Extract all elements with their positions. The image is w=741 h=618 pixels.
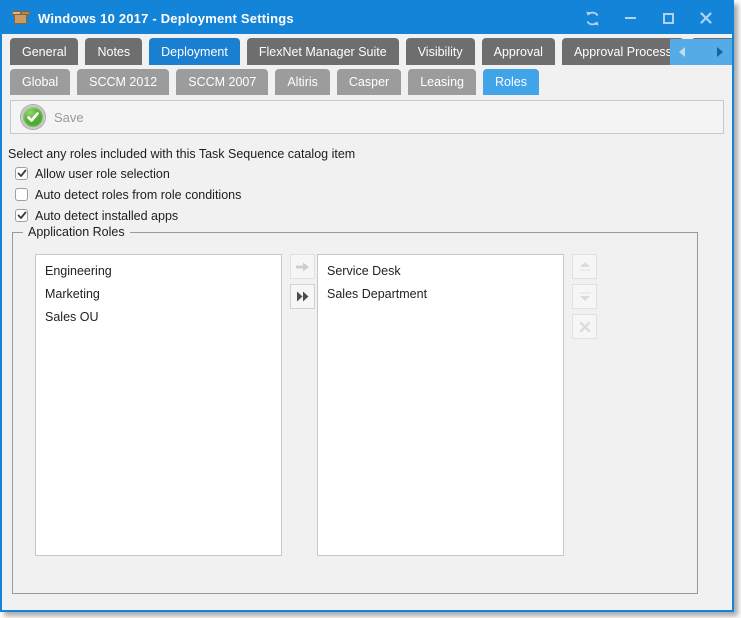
tab-sccm-2007[interactable]: SCCM 2007: [176, 69, 268, 95]
selected-roles-list[interactable]: Service Desk Sales Department: [317, 254, 564, 556]
list-item[interactable]: Marketing: [36, 283, 281, 306]
save-button[interactable]: Save: [21, 105, 84, 129]
tab-notes[interactable]: Notes: [85, 38, 142, 65]
checkbox-auto-detect-installed-apps[interactable]: Auto detect installed apps: [15, 207, 732, 224]
move-down-icon[interactable]: [572, 284, 597, 309]
maximize-icon[interactable]: [660, 10, 676, 26]
scroll-tabs-right-icon[interactable]: [717, 47, 723, 57]
close-icon[interactable]: [698, 10, 714, 26]
tab-approval[interactable]: Approval: [482, 38, 555, 65]
tab-casper[interactable]: Casper: [337, 69, 401, 95]
move-up-icon[interactable]: [572, 254, 597, 279]
checkbox-label: Auto detect installed apps: [35, 209, 178, 223]
window-controls: [584, 10, 722, 26]
list-item[interactable]: Engineering: [36, 260, 281, 283]
checkbox-label: Auto detect roles from role conditions: [35, 188, 241, 202]
checkbox-allow-user-role-selection[interactable]: Allow user role selection: [15, 165, 732, 182]
tab-deployment[interactable]: Deployment: [149, 38, 240, 65]
list-item[interactable]: Sales OU: [36, 306, 281, 329]
window-title: Windows 10 2017 - Deployment Settings: [38, 11, 294, 26]
checkbox-icon: [15, 209, 28, 222]
tab-approval-process[interactable]: Approval Process: [562, 38, 684, 65]
checkbox-auto-detect-roles[interactable]: Auto detect roles from role conditions: [15, 186, 732, 203]
checkbox-icon: [15, 167, 28, 180]
screen: Windows 10 2017 - Deployment Settings: [0, 0, 741, 618]
checkbox-label: Allow user role selection: [35, 167, 170, 181]
move-all-right-icon[interactable]: [290, 284, 315, 309]
tab-general[interactable]: General: [10, 38, 78, 65]
tab-leasing[interactable]: Leasing: [408, 69, 476, 95]
tab-sccm-2012[interactable]: SCCM 2012: [77, 69, 169, 95]
deployment-settings-window: Windows 10 2017 - Deployment Settings: [0, 0, 734, 612]
titlebar: Windows 10 2017 - Deployment Settings: [2, 2, 732, 34]
save-button-label: Save: [54, 110, 84, 125]
remove-icon[interactable]: [572, 314, 597, 339]
refresh-icon[interactable]: [584, 10, 600, 26]
toolbar: Save: [10, 100, 724, 134]
checkbox-icon: [15, 188, 28, 201]
list-action-buttons: [572, 254, 597, 339]
scroll-tabs-left-icon[interactable]: [679, 47, 685, 57]
tab-visibility[interactable]: Visibility: [406, 38, 475, 65]
transfer-buttons: [290, 254, 315, 309]
list-item[interactable]: Sales Department: [318, 283, 563, 306]
tab-global[interactable]: Global: [10, 69, 70, 95]
tab-scroller: [670, 39, 732, 65]
package-icon: [12, 11, 30, 25]
tab-row-primary: General Notes Deployment FlexNet Manager…: [2, 38, 732, 65]
tab-roles[interactable]: Roles: [483, 69, 539, 95]
tab-altiris[interactable]: Altiris: [275, 69, 330, 95]
application-roles-group: Application Roles Engineering Marketing …: [12, 232, 698, 594]
check-circle-icon: [21, 105, 45, 129]
list-item[interactable]: Service Desk: [318, 260, 563, 283]
tab-row-secondary: Global SCCM 2012 SCCM 2007 Altiris Caspe…: [2, 69, 732, 95]
group-title: Application Roles: [23, 225, 130, 239]
minimize-icon[interactable]: [622, 10, 638, 26]
move-right-icon[interactable]: [290, 254, 315, 279]
instruction-text: Select any roles included with this Task…: [8, 147, 732, 161]
tab-flexnet-manager-suite[interactable]: FlexNet Manager Suite: [247, 38, 399, 65]
available-roles-list[interactable]: Engineering Marketing Sales OU: [35, 254, 282, 556]
